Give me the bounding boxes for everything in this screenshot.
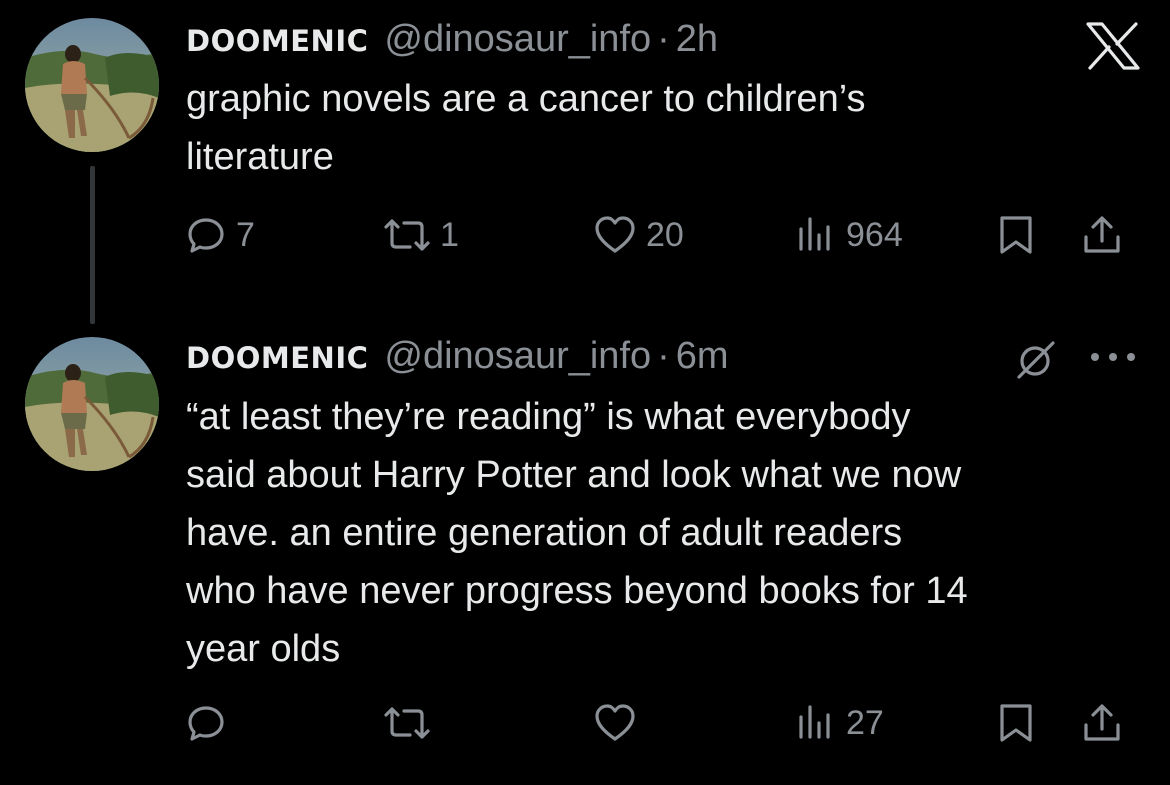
share-button[interactable] xyxy=(1082,698,1122,748)
repost-button[interactable]: 1 xyxy=(384,210,459,260)
views-button[interactable]: 27 xyxy=(796,698,884,748)
heart-icon xyxy=(594,703,636,743)
share-icon xyxy=(1082,703,1122,743)
timestamp[interactable]: 2h xyxy=(676,18,718,61)
tweet-text: “at least they’re reading” is what every… xyxy=(186,396,968,670)
repost-icon xyxy=(384,215,430,255)
separator-dot: · xyxy=(657,18,670,60)
display-name[interactable]: DOOMENIC xyxy=(186,24,368,58)
reply-button[interactable] xyxy=(186,698,226,748)
x-logo-icon xyxy=(1086,22,1140,70)
tweet-header: DOOMENIC @dinosaur_info · 6m xyxy=(186,335,729,381)
reply-button[interactable]: 7 xyxy=(186,210,255,260)
bookmark-icon xyxy=(998,703,1034,743)
grok-icon[interactable] xyxy=(1016,340,1056,385)
reply-icon xyxy=(186,215,226,255)
heart-icon xyxy=(594,215,636,255)
like-button[interactable] xyxy=(594,698,636,748)
bookmark-button[interactable] xyxy=(998,698,1034,748)
views-count: 964 xyxy=(846,215,903,254)
tweet-header: DOOMENIC @dinosaur_info · 2h xyxy=(186,18,718,64)
like-count: 20 xyxy=(646,215,684,254)
tweet-text: graphic novels are a cancer to children’… xyxy=(186,78,866,178)
like-button[interactable]: 20 xyxy=(594,210,684,260)
views-icon xyxy=(796,703,836,743)
avatar[interactable] xyxy=(25,18,159,152)
repost-count: 1 xyxy=(440,215,459,254)
more-icon[interactable] xyxy=(1088,350,1138,369)
bookmark-button[interactable] xyxy=(998,210,1034,260)
share-button[interactable] xyxy=(1082,210,1122,260)
views-icon xyxy=(796,215,836,255)
repost-button[interactable] xyxy=(384,698,430,748)
share-icon xyxy=(1082,215,1122,255)
user-handle[interactable]: @dinosaur_info xyxy=(384,18,651,61)
thread-line xyxy=(90,166,95,324)
reply-icon xyxy=(186,703,226,743)
tweet-actions: 7 1 20 964 xyxy=(186,210,1146,260)
reply-count: 7 xyxy=(236,215,255,254)
bookmark-icon xyxy=(998,215,1034,255)
views-count: 27 xyxy=(846,703,884,742)
views-button[interactable]: 964 xyxy=(796,210,903,260)
separator-dot: · xyxy=(657,335,670,377)
tweet-actions: 27 xyxy=(186,698,1146,748)
display-name[interactable]: DOOMENIC xyxy=(186,341,368,375)
avatar[interactable] xyxy=(25,337,159,471)
repost-icon xyxy=(384,703,430,743)
user-handle[interactable]: @dinosaur_info xyxy=(384,335,651,378)
timestamp[interactable]: 6m xyxy=(676,335,729,378)
